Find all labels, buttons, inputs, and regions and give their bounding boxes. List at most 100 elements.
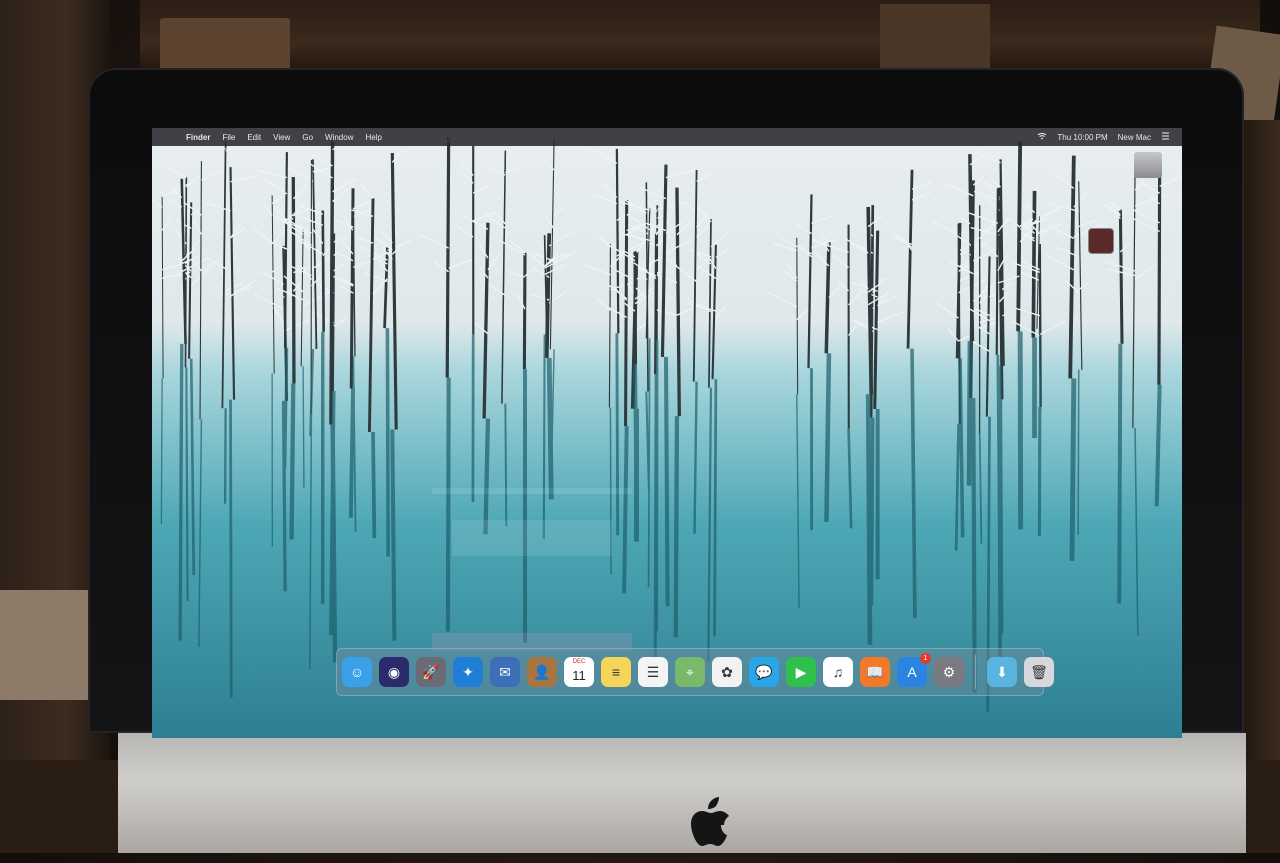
background-box [880,4,990,68]
photos-glyph: ✿ [721,664,733,681]
siri-glyph: ◉ [388,664,400,681]
siri-icon[interactable]: ◉ [379,657,409,687]
tree-reflection [868,394,870,645]
tree-reflection [186,367,187,600]
menu-user[interactable]: New Mac [1118,133,1151,142]
trash-glyph: 🗑 [1030,664,1048,681]
notification-center-icon[interactable] [1161,132,1170,142]
safari-icon[interactable]: ✦ [453,657,483,687]
tree-reflection [649,338,650,587]
app-shortcut-icon[interactable] [1088,228,1114,254]
trash-icon[interactable]: 🗑 [1024,657,1054,687]
menu-bar: Finder File Edit View Go Window Help Thu… [152,128,1182,146]
tree-trunk [524,253,525,369]
tree-reflection [1072,378,1074,560]
tree-reflection [485,419,487,535]
menu-go[interactable]: Go [302,133,313,142]
window-ghost [432,488,632,494]
tree-reflection [676,416,677,637]
menu-window[interactable]: Window [325,133,353,142]
itunes-icon[interactable]: ♫ [823,657,853,687]
messages-icon[interactable]: 💬 [749,657,779,687]
finder-glyph: ☺ [350,664,364,680]
launchpad-icon[interactable]: 🚀 [416,657,446,687]
app-store-glyph: A [907,664,916,680]
tree-trunk [997,188,998,355]
maps-glyph: ⌖ [686,664,694,681]
tree-reflection [1157,385,1160,507]
tree-reflection [161,378,162,524]
tree-reflection [1119,344,1120,604]
calendar-day-label: 11 [572,668,586,683]
tree-reflection [448,378,449,632]
reminders-glyph: ☰ [647,664,660,681]
tree-trunk [323,211,324,332]
notification-badge: 1 [920,653,931,664]
dock-separator [975,655,976,689]
ibooks-icon[interactable]: 📖 [860,657,890,687]
wifi-icon[interactable] [1037,132,1047,142]
tree-trunk [331,142,333,425]
contacts-glyph: 👤 [533,664,550,681]
mail-icon[interactable]: ✉ [490,657,520,687]
maps-icon[interactable]: ⌖ [675,657,705,687]
tree-reflection [617,333,618,535]
photos-icon[interactable]: ✿ [712,657,742,687]
tree-trunk [547,233,549,358]
menu-clock[interactable]: Thu 10:00 PM [1057,133,1107,142]
mail-glyph: ✉ [499,664,511,681]
menu-edit[interactable]: Edit [247,133,261,142]
tree-reflection [826,353,828,522]
tree-reflection [960,358,963,537]
tree-reflection [666,357,668,606]
dock: ☺◉🚀✦✉👤DEC11≡☰⌖✿💬▶♫📖A1⚙⬇🗑 [336,648,1044,696]
menu-file[interactable]: File [222,133,235,142]
finder-icon[interactable]: ☺ [342,657,372,687]
window-ghost [452,520,612,556]
tree-reflection [969,341,970,485]
tree-reflection [549,358,551,499]
tree-reflection [351,389,353,518]
facetime-glyph: ▶ [796,664,807,681]
system-preferences-icon[interactable]: ⚙ [934,657,964,687]
tree-trunk [1120,209,1122,343]
tree-reflection [333,425,335,663]
tree-reflection [624,426,627,593]
background-shelf [140,0,1260,72]
app-store-icon[interactable]: A1 [897,657,927,687]
facetime-icon[interactable]: ▶ [786,657,816,687]
safari-glyph: ✦ [462,664,474,681]
menu-extras: Thu 10:00 PM New Mac [1037,132,1170,142]
notes-icon[interactable]: ≡ [601,657,631,687]
tree-reflection [225,408,226,503]
tree-reflection [505,404,506,527]
calendar-month-label: DEC [564,659,594,665]
tree-reflection [292,384,294,540]
tree-trunk [1159,174,1160,385]
launchpad-glyph: 🚀 [422,664,439,681]
tree-reflection [655,374,656,658]
tree-reflection [180,344,182,641]
menu-help[interactable]: Help [365,133,381,142]
hard-drive-icon[interactable] [1134,152,1162,178]
downloads-folder-glyph: ⬇ [996,664,1008,681]
contacts-icon[interactable]: 👤 [527,657,557,687]
imac-computer: Finder File Edit View Go Window Help Thu… [88,68,1244,853]
tree-reflection [635,364,636,445]
messages-glyph: 💬 [755,664,772,681]
downloads-folder-icon[interactable]: ⬇ [987,657,1017,687]
tree-reflection [285,348,287,469]
tree-trunk [1018,142,1020,332]
tree-reflection [231,400,232,698]
tree-reflection [392,429,394,640]
tree-trunk [655,233,656,374]
calendar-icon[interactable]: DEC 11 [564,657,594,687]
tree-trunk [617,149,618,333]
tree-trunk [293,177,294,384]
reminders-icon[interactable]: ☰ [638,657,668,687]
itunes-glyph: ♫ [833,664,844,680]
menu-finder[interactable]: Finder [186,133,210,142]
tree-reflection [387,328,388,556]
ibooks-glyph: 📖 [866,664,883,681]
menu-view[interactable]: View [273,133,290,142]
